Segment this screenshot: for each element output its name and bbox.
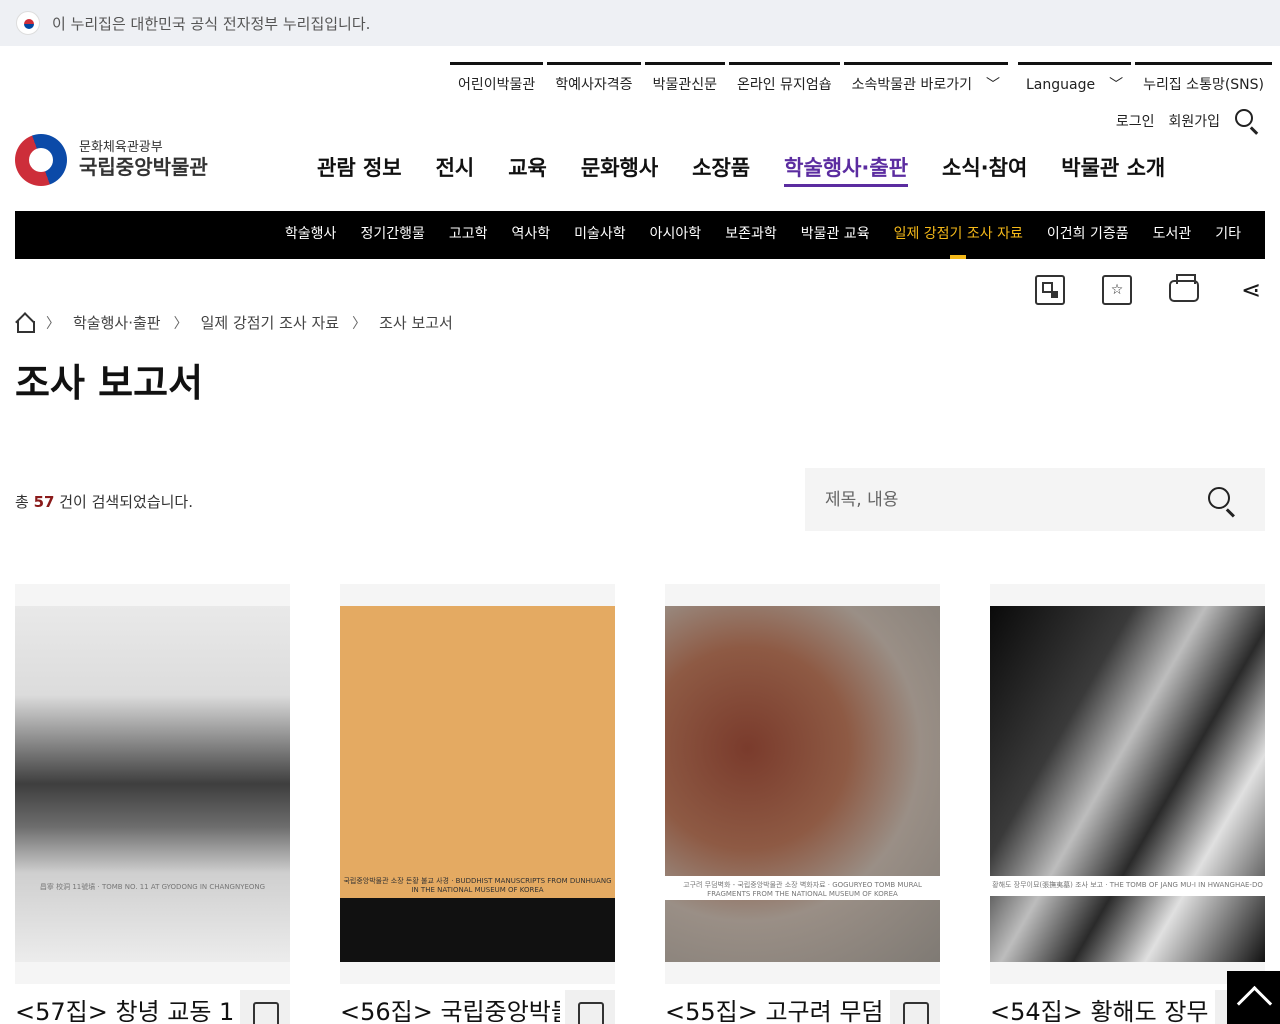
report-card[interactable]: 국립중앙박물관 소장 돈황 불교 사경 · BUDDHIST MANUSCRIP…	[340, 584, 615, 1024]
main-nav-about[interactable]: 박물관 소개	[1044, 152, 1182, 188]
breadcrumb-current: 조사 보고서	[379, 314, 453, 332]
page-title: 조사 보고서	[15, 361, 204, 405]
main-nav: 관람 정보 전시 교육 문화행사 소장품 학술행사·출판 소식·참여 박물관 소…	[300, 152, 1182, 188]
main-nav-news[interactable]: 소식·참여	[925, 152, 1044, 188]
report-title[interactable]: <54집> 황해도 장무이	[990, 992, 1210, 1024]
result-count: 총 57 건이 검색되었습니다.	[15, 491, 193, 512]
sub-nav-archaeology[interactable]: 고고학	[449, 211, 488, 259]
sub-nav: 학술행사 정기간행물 고고학 역사학 미술사학 아시아학 보존과학 박물관 교육…	[15, 211, 1265, 259]
report-cover-image: 황해도 장무이묘(張撫夷墓) 조사 보고 · THE TOMB OF JANG …	[990, 606, 1265, 962]
search-input[interactable]	[825, 489, 1185, 510]
result-count-prefix: 총	[15, 493, 29, 511]
download-icon[interactable]	[890, 990, 940, 1024]
cover-caption: 고구려 무덤벽화 - 국립중앙박물관 소장 벽화자료 · GOGURYEO TO…	[683, 881, 922, 898]
main-nav-research[interactable]: 학술행사·출판	[767, 152, 925, 188]
search-form	[805, 468, 1265, 531]
cover-band	[340, 898, 615, 962]
share-icon[interactable]: ⋖	[1236, 275, 1266, 305]
main-nav-events[interactable]: 문화행사	[564, 152, 675, 188]
sub-nav-museum-education[interactable]: 박물관 교육	[801, 211, 870, 259]
qr-code-icon[interactable]	[1035, 275, 1065, 305]
chevron-down-icon: ﹀	[1109, 77, 1124, 93]
language-dropdown[interactable]: Language ﹀	[1018, 62, 1132, 100]
print-icon[interactable]	[1169, 274, 1199, 302]
breadcrumb-item[interactable]: 학술행사·출판	[73, 312, 161, 333]
cover-caption: 국립중앙박물관 소장 돈황 불교 사경 · BUDDHIST MANUSCRIP…	[343, 877, 612, 894]
sub-nav-colonial-survey[interactable]: 일제 강점기 조사 자료	[894, 211, 1023, 259]
sub-nav-conservation[interactable]: 보존과학	[725, 211, 777, 259]
sub-nav-history[interactable]: 역사학	[511, 211, 550, 259]
home-icon[interactable]	[15, 315, 35, 333]
util-link-newsletter[interactable]: 박물관신문	[644, 62, 725, 100]
report-cover-frame: 국립중앙박물관 소장 돈황 불교 사경 · BUDDHIST MANUSCRIP…	[340, 584, 615, 984]
main-nav-exhibition[interactable]: 전시	[419, 152, 492, 188]
logo-ministry: 문화체육관광부	[79, 140, 163, 156]
sns-link[interactable]: 누리집 소통망(SNS)	[1135, 62, 1272, 100]
download-icon[interactable]	[565, 990, 615, 1024]
report-cover-image: 고구려 무덤벽화 - 국립중앙박물관 소장 벽화자료 · GOGURYEO TO…	[665, 606, 940, 962]
gov-banner-text: 이 누리집은 대한민국 공식 전자정부 누리집입니다.	[52, 14, 371, 33]
auth-links: 로그인 회원가입	[1102, 108, 1260, 135]
main-nav-research-label: 학술행사·출판	[784, 156, 909, 187]
utility-links: 어린이박물관 학예사자격증 박물관신문 온라인 뮤지엄숍 소속박물관 바로가기 ﹀	[450, 62, 1012, 100]
sub-nav-asian-studies[interactable]: 아시아학	[650, 211, 702, 259]
report-cover-image: 국립중앙박물관 소장 돈황 불교 사경 · BUDDHIST MANUSCRIP…	[340, 606, 615, 962]
breadcrumb: 〉 학술행사·출판 〉 일제 강점기 조사 자료 〉 조사 보고서	[15, 312, 453, 333]
affiliated-museums-label: 소속박물관 바로가기	[851, 77, 972, 93]
language-label: Language	[1026, 77, 1096, 93]
report-cover-image: 昌寧 校洞 11號墳 · TOMB NO. 11 AT GYODONG IN C…	[15, 606, 290, 962]
sub-nav-lee-kunhee[interactable]: 이건희 기증품	[1047, 211, 1129, 259]
report-cover-frame: 고구려 무덤벽화 - 국립중앙박물관 소장 벽화자료 · GOGURYEO TO…	[665, 584, 940, 984]
utility-lang-sns: Language ﹀ 누리집 소통망(SNS)	[1018, 62, 1276, 100]
scroll-to-top-button[interactable]	[1227, 971, 1280, 1024]
chevron-right-icon: 〉	[352, 315, 367, 332]
affiliated-museums-dropdown[interactable]: 소속박물관 바로가기 ﹀	[843, 62, 1008, 100]
report-title[interactable]: <57집> 창녕 교동 11	[15, 992, 235, 1024]
korea-flag-icon	[16, 11, 40, 35]
cover-caption: 昌寧 校洞 11號墳 · TOMB NO. 11 AT GYODONG IN C…	[39, 883, 266, 891]
sub-nav-library[interactable]: 도서관	[1153, 211, 1192, 259]
main-nav-education[interactable]: 교육	[491, 152, 564, 188]
cover-caption: 황해도 장무이묘(張撫夷墓) 조사 보고 · THE TOMB OF JANG …	[992, 881, 1263, 889]
signup-link[interactable]: 회원가입	[1168, 111, 1220, 131]
report-title[interactable]: <56집> 국립중앙박물	[340, 992, 560, 1024]
logo-emblem-icon	[15, 134, 67, 186]
page-tools: ☆ ⋖	[998, 274, 1266, 305]
main-nav-collection[interactable]: 소장품	[675, 152, 767, 188]
report-cover-frame: 황해도 장무이묘(張撫夷墓) 조사 보고 · THE TOMB OF JANG …	[990, 584, 1265, 984]
chevron-right-icon: 〉	[46, 315, 60, 332]
chevron-down-icon: ﹀	[985, 77, 1000, 93]
logo-name: 국립중앙박물관	[79, 154, 208, 179]
search-icon[interactable]	[1207, 486, 1237, 518]
sub-nav-art-history[interactable]: 미술사학	[574, 211, 626, 259]
museum-logo[interactable]: 문화체육관광부 국립중앙박물관	[15, 134, 208, 186]
report-card[interactable]: 昌寧 校洞 11號墳 · TOMB NO. 11 AT GYODONG IN C…	[15, 584, 290, 1024]
result-count-suffix: 건이 검색되었습니다.	[59, 493, 193, 511]
breadcrumb-item[interactable]: 일제 강점기 조사 자료	[201, 312, 340, 333]
sub-nav-periodicals[interactable]: 정기간행물	[360, 211, 424, 259]
download-icon[interactable]	[240, 990, 290, 1024]
sub-nav-etc[interactable]: 기타	[1215, 211, 1241, 259]
report-cover-frame: 昌寧 校洞 11號墳 · TOMB NO. 11 AT GYODONG IN C…	[15, 584, 290, 984]
chevron-right-icon: 〉	[173, 315, 188, 332]
gov-banner[interactable]: 이 누리집은 대한민국 공식 전자정부 누리집입니다.	[0, 0, 1280, 46]
util-link-kids[interactable]: 어린이박물관	[450, 62, 544, 100]
util-link-curator[interactable]: 학예사자격증	[547, 62, 641, 100]
report-card[interactable]: 황해도 장무이묘(張撫夷墓) 조사 보고 · THE TOMB OF JANG …	[990, 584, 1265, 1024]
sub-nav-symposium[interactable]: 학술행사	[285, 211, 337, 259]
report-card[interactable]: 고구려 무덤벽화 - 국립중앙박물관 소장 벽화자료 · GOGURYEO TO…	[665, 584, 940, 1024]
report-title[interactable]: <55집> 고구려 무덤벽	[665, 992, 885, 1024]
login-link[interactable]: 로그인	[1116, 111, 1155, 131]
main-nav-visit[interactable]: 관람 정보	[300, 152, 419, 188]
util-link-shop[interactable]: 온라인 뮤지엄숍	[728, 62, 840, 100]
search-icon[interactable]	[1234, 108, 1260, 135]
bookmark-icon[interactable]: ☆	[1102, 275, 1132, 305]
result-count-number: 57	[33, 493, 55, 511]
